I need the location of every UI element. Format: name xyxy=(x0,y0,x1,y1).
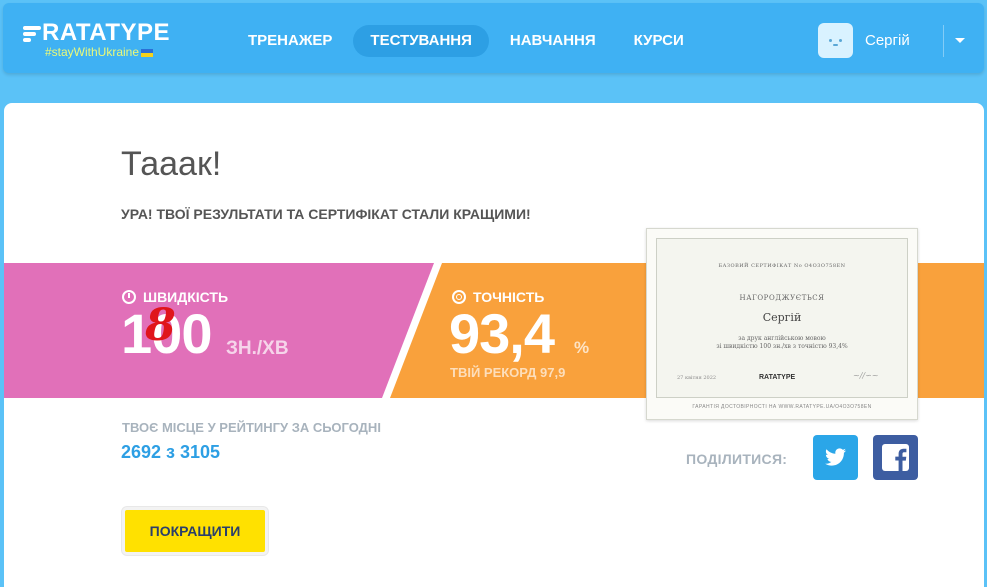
rank-value: 2692 з 3105 xyxy=(121,442,221,462)
twitter-icon xyxy=(825,448,846,466)
logo-tagline: #stayWithUkraine xyxy=(45,45,140,59)
nav-trainer[interactable]: ТРЕНАЖЕР xyxy=(231,25,349,57)
accuracy-unit: % xyxy=(574,338,590,357)
certificate-logo: RATATYPE xyxy=(759,374,796,381)
certificate-frame: БАЗОВИЙ СЕРТИФІКАТ No O4O3O758EN НАГОРОД… xyxy=(656,238,908,398)
speed-value: 10 8 0 xyxy=(121,300,212,366)
certificate-desc: за друк англійською мовою xyxy=(738,335,826,342)
certificate-desc: зі швидкістю 100 зн./хв з точністю 93,4% xyxy=(716,343,848,350)
logo-text: RATATYPE xyxy=(42,19,170,46)
accuracy-record: ТВІЙ РЕКОРД 97,9 xyxy=(450,365,566,380)
certificate-name: Сергій xyxy=(762,311,802,324)
avatar-mouth xyxy=(833,44,838,46)
nav-testing[interactable]: ТЕСТУВАННЯ xyxy=(353,25,489,57)
accuracy-value: 93,4 xyxy=(449,302,555,365)
facebook-share-button[interactable] xyxy=(873,435,918,480)
speed-band xyxy=(4,263,434,398)
certificate-award: НАГОРОДЖУЄТЬСЯ xyxy=(739,294,825,302)
share-label: ПОДІЛИТИСЯ: xyxy=(686,451,788,467)
result-card: Тааак! УРА! ТВОЇ РЕЗУЛЬТАТИ ТА СЕРТИФІКА… xyxy=(4,103,984,587)
page-title: Тааак! xyxy=(121,145,222,183)
avatar-eye xyxy=(829,39,832,42)
certificate-preview[interactable]: БАЗОВИЙ СЕРТИФІКАТ No O4O3O758EN НАГОРОД… xyxy=(646,228,918,420)
signature-icon: ~∕∕∽~ xyxy=(853,371,879,380)
avatar[interactable] xyxy=(818,23,853,58)
certificate-number: БАЗОВИЙ СЕРТИФІКАТ No O4O3O758EN xyxy=(718,263,846,269)
certificate-date: 27 квітня 2022 xyxy=(677,375,717,381)
logo-mark-icon xyxy=(23,25,41,42)
twitter-share-button[interactable] xyxy=(813,435,858,480)
result-subtitle: УРА! ТВОЇ РЕЗУЛЬТАТИ ТА СЕРТИФІКАТ СТАЛИ… xyxy=(121,206,531,222)
nav-learning[interactable]: НАВЧАННЯ xyxy=(493,25,613,57)
certificate-verify: ГАРАНТІЯ ДОСТОВІРНОСТІ НА WWW.RATATYPE.U… xyxy=(692,404,872,410)
main-nav: ТРЕНАЖЕР ТЕСТУВАННЯ НАВЧАННЯ КУРСИ xyxy=(231,25,705,57)
ukraine-flag-icon xyxy=(141,49,154,57)
user-name[interactable]: Сергій xyxy=(865,32,910,49)
top-header: RATATYPE #stayWithUkraine ТРЕНАЖЕР ТЕСТУ… xyxy=(3,3,984,73)
nav-courses[interactable]: КУРСИ xyxy=(617,25,701,57)
user-menu[interactable]: Сергій xyxy=(818,23,910,58)
speed-unit: ЗН./ХВ xyxy=(226,338,289,359)
chevron-down-icon[interactable] xyxy=(955,38,965,43)
avatar-eye xyxy=(839,39,842,42)
rank-label: ТВОЄ МІСЦЕ У РЕЙТИНГУ ЗА СЬОГОДНІ xyxy=(122,420,381,435)
header-divider xyxy=(943,25,944,57)
speed-digit-suffix: 0 xyxy=(181,302,212,365)
ratatype-logo[interactable]: RATATYPE #stayWithUkraine xyxy=(23,21,170,59)
speed-correction-mark: 8 xyxy=(145,300,176,351)
improve-button[interactable]: ПОКРАЩИТИ xyxy=(122,507,268,555)
facebook-icon xyxy=(882,444,909,471)
